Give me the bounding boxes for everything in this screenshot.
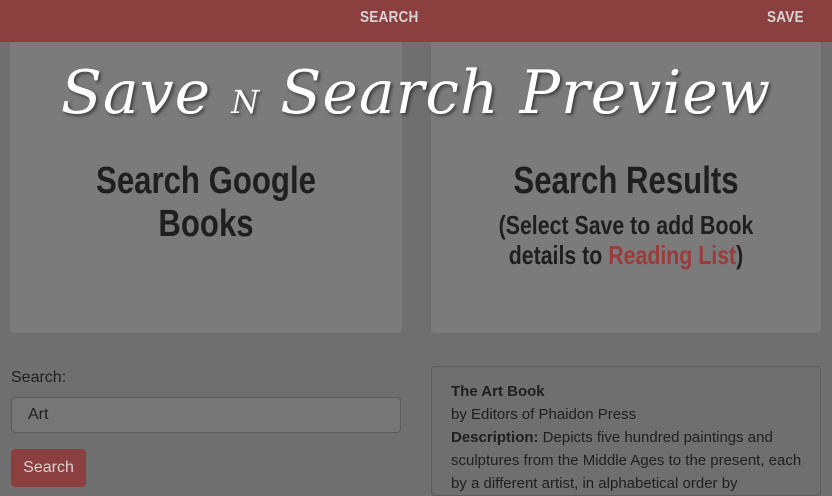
search-input[interactable]: Art <box>11 397 401 433</box>
results-panel-subtitle: (Select Save to add Book details to Read… <box>466 210 786 270</box>
search-button[interactable]: Search <box>11 449 86 487</box>
description-label: Description: <box>451 429 539 446</box>
result-card: The Art Book by Editors of Phaidon Press… <box>431 366 821 496</box>
reading-list-link[interactable]: Reading List <box>608 240 736 270</box>
search-panel-heading: Search Google Books <box>96 160 316 245</box>
book-description: Description: Depicts five hundred painti… <box>451 426 807 495</box>
nav-search-link[interactable]: SEARCH <box>360 9 418 27</box>
book-title: The Art Book <box>451 383 545 400</box>
result-text: The Art Book by Editors of Phaidon Press… <box>451 380 807 495</box>
overlay-title-save: Save <box>60 58 212 128</box>
results-subtitle-line1: (Select Save to add Book <box>498 210 754 240</box>
search-label: Search: <box>11 369 67 386</box>
results-subtitle-prefix: details to <box>508 240 609 270</box>
navbar: SEARCH SAVE <box>0 0 832 42</box>
book-author: by Editors of Phaidon Press <box>451 406 637 423</box>
nav-save-link[interactable]: SAVE <box>767 9 804 27</box>
preview-overlay-title: Save N Search Preview <box>0 58 832 128</box>
results-panel-heading: Search Results <box>513 160 739 202</box>
results-subtitle-suffix: ) <box>736 240 744 270</box>
overlay-title-n: N <box>231 83 261 121</box>
overlay-title-rest: Search Preview <box>280 58 772 128</box>
